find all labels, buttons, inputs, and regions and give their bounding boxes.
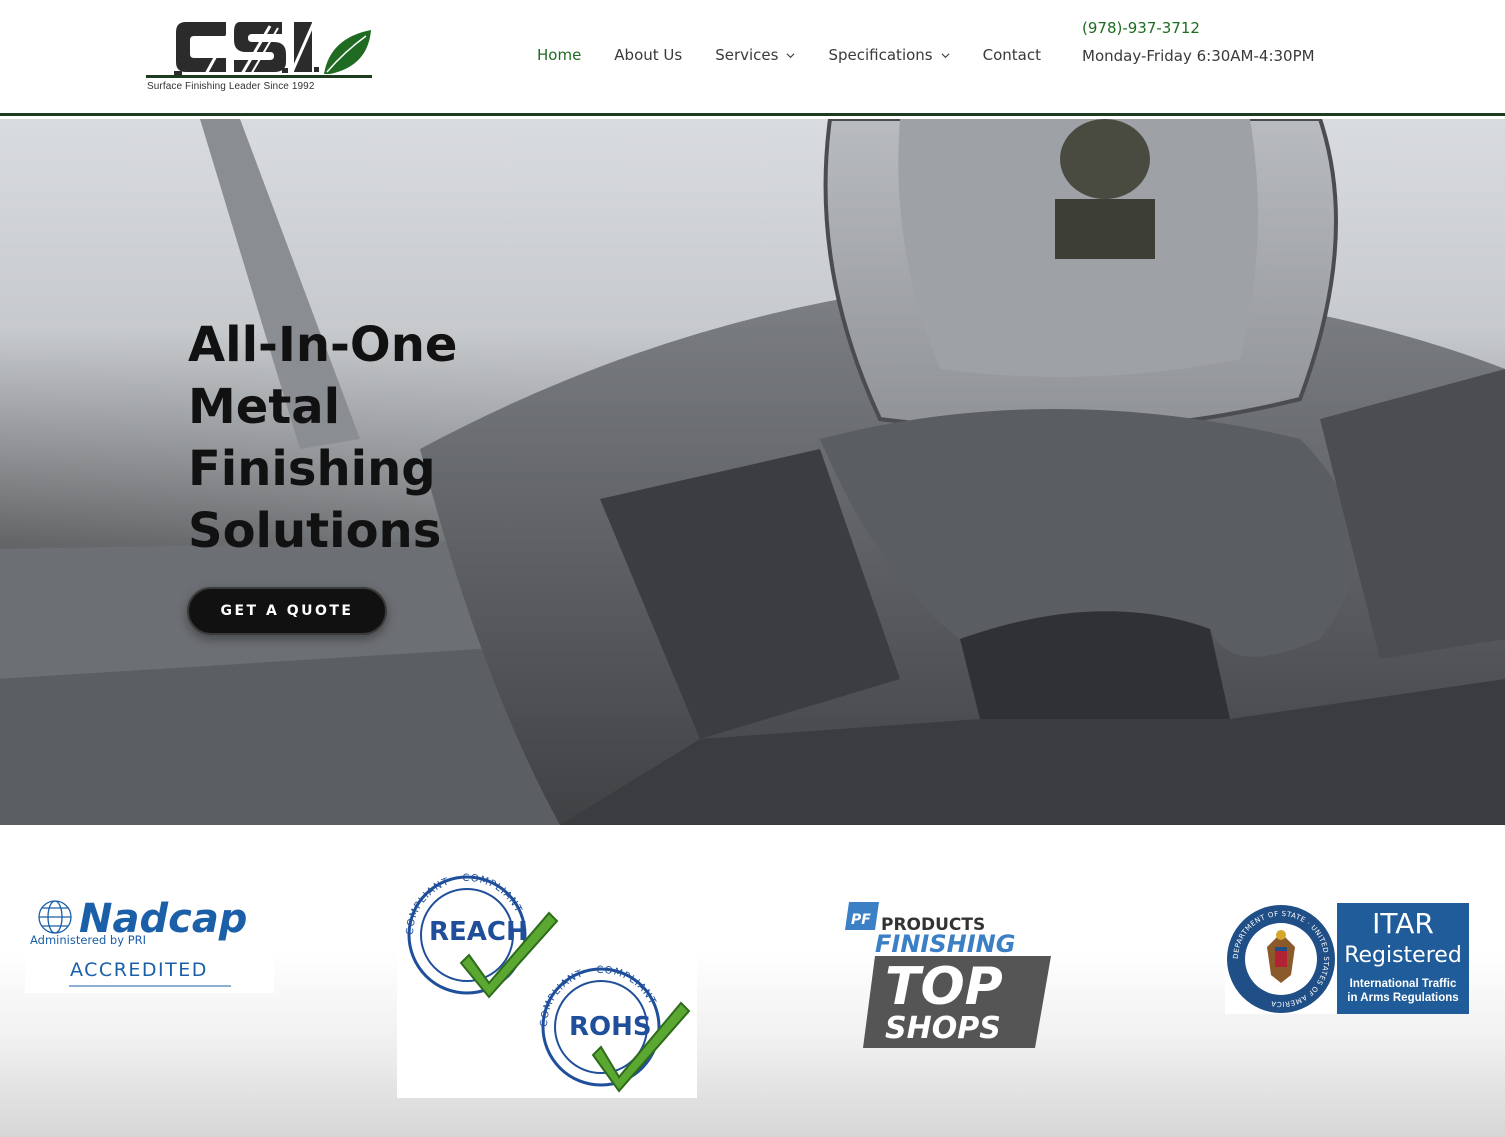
logo-tagline: Surface Finishing Leader Since 1992 (147, 81, 315, 92)
reach-rohs-compliance-badge: COMPLIANT · COMPLIANT · REACH COMPLIANT … (397, 865, 697, 1098)
hero-headline-line: Solutions (188, 503, 442, 559)
nadcap-accredited-badge: Nadcap Administered by PRI ACCREDITED (25, 898, 274, 993)
reach-rohs-logos: COMPLIANT · COMPLIANT · REACH COMPLIANT … (397, 865, 697, 1098)
hero-headline: All-In-One Metal Finishing Solutions (188, 314, 508, 562)
phone-link[interactable]: (978)-937-3712 (1082, 19, 1315, 41)
nav-contact[interactable]: Contact (983, 46, 1041, 64)
hero-banner: All-In-One Metal Finishing Solutions GET… (0, 119, 1505, 825)
chevron-down-icon (941, 52, 950, 58)
nav-about-us[interactable]: About Us (614, 46, 682, 64)
top-text: TOP (885, 957, 1003, 1017)
finishing-text: FINISHING (875, 930, 1015, 958)
itar-registered: Registered (1344, 943, 1462, 968)
itar-logo: DEPARTMENT OF STATE · UNITED STATES OF A… (1225, 903, 1469, 1014)
nadcap-administered: Administered by PRI (30, 933, 146, 947)
nav-services-label: Services (715, 46, 779, 64)
reach-label: REACH (429, 917, 528, 947)
nav-home-label: Home (537, 46, 582, 64)
main-nav: Home About Us Services Specifications Co… (537, 46, 1074, 64)
hero-headline-line: Metal (188, 379, 341, 435)
shops-text: SHOPS (885, 1011, 1001, 1046)
nav-about-us-label: About Us (614, 46, 683, 64)
get-a-quote-button[interactable]: GET A QUOTE (187, 587, 387, 635)
hero-headline-line: Finishing (188, 441, 436, 497)
nav-home[interactable]: Home (537, 46, 581, 64)
rohs-label: ROHS (569, 1012, 652, 1042)
itar-title: ITAR (1372, 907, 1434, 940)
nav-specifications-label: Specifications (828, 46, 933, 64)
top-shops-badge: PF PRODUCTS FINISHING TOP SHOPS (845, 900, 1055, 1050)
nav-specifications[interactable]: Specifications (828, 46, 950, 64)
site-header: Surface Finishing Leader Since 1992 Home… (0, 0, 1505, 116)
chevron-down-icon (787, 52, 795, 58)
products-finishing-top-shops-logo: PF PRODUCTS FINISHING TOP SHOPS (845, 902, 1051, 1048)
pf-mark: PF (851, 912, 871, 928)
hero-headline-line: All-In-One (188, 317, 458, 373)
itar-sub1: International Traffic (1350, 978, 1457, 990)
itar-registered-badge: DEPARTMENT OF STATE · UNITED STATES OF A… (1225, 903, 1469, 1014)
nav-services[interactable]: Services (715, 46, 795, 64)
business-hours: Monday-Friday 6:30AM-4:30PM (1082, 47, 1315, 65)
nadcap-logo: Nadcap Administered by PRI ACCREDITED (25, 898, 274, 993)
header-contact: (978)-937-3712 Monday-Friday 6:30AM-4:30… (1082, 19, 1315, 65)
nadcap-accredited: ACCREDITED (70, 959, 208, 981)
itar-sub2: in Arms Regulations (1347, 992, 1458, 1004)
nav-contact-label: Contact (982, 46, 1041, 64)
certifications-strip: Nadcap Administered by PRI ACCREDITED CO… (0, 825, 1505, 1137)
